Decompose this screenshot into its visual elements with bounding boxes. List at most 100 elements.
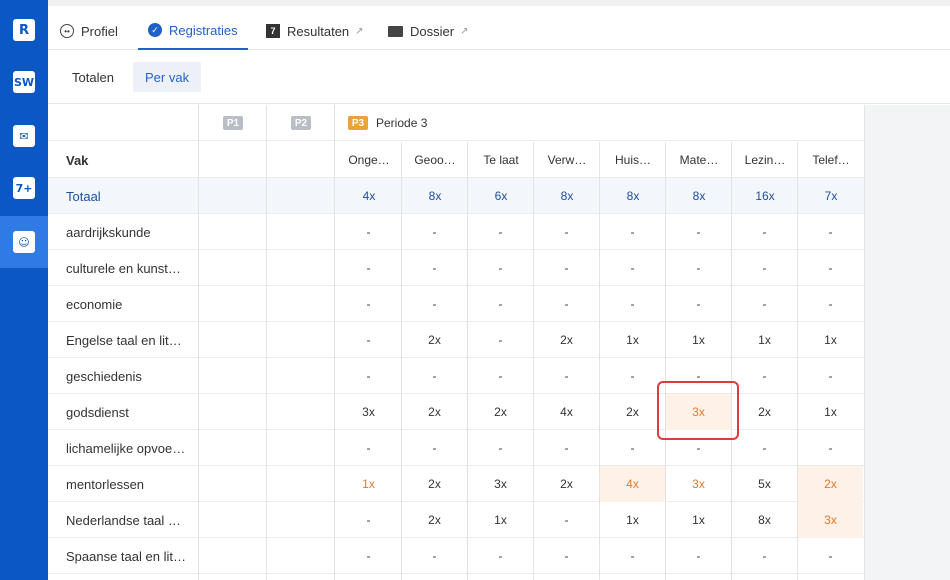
registration-count-cell[interactable]: - <box>336 286 401 322</box>
tab-dossier[interactable]: Dossier ↗ <box>388 12 468 50</box>
registration-count-cell[interactable]: - <box>336 322 401 358</box>
col-header[interactable]: Onge… <box>336 142 402 178</box>
registration-count-cell[interactable]: - <box>402 358 467 394</box>
registration-count-cell[interactable]: 1x <box>798 394 863 430</box>
registration-count-cell[interactable]: - <box>468 214 533 250</box>
registration-count-cell[interactable]: 3x <box>798 502 863 538</box>
subject-name[interactable]: mentorlessen <box>48 466 198 502</box>
registration-count-cell[interactable]: - <box>336 430 401 466</box>
registration-count-cell[interactable]: 1x <box>666 502 731 538</box>
registration-count-cell[interactable]: - <box>600 250 665 286</box>
period-p1[interactable]: P1 <box>200 105 266 141</box>
registration-count-cell[interactable]: - <box>336 358 401 394</box>
subject-name[interactable]: Nederlandse taal … <box>48 502 198 538</box>
registration-count-cell[interactable]: - <box>798 286 863 322</box>
registration-count-cell[interactable]: - <box>666 214 731 250</box>
registration-count-cell[interactable]: 4x <box>600 466 665 502</box>
vak-header[interactable]: Vak <box>48 142 198 178</box>
registration-count-cell[interactable]: 3x <box>666 466 731 502</box>
registration-count-cell[interactable]: - <box>798 358 863 394</box>
registration-count-cell[interactable]: 2x <box>402 394 467 430</box>
col-header[interactable]: Telef… <box>798 142 864 178</box>
registration-count-cell[interactable]: - <box>402 214 467 250</box>
registration-count-cell[interactable]: 8x <box>732 502 797 538</box>
sidebar-item-leerlingen[interactable]: ☺ <box>0 216 48 268</box>
registration-count-cell[interactable]: 2x <box>798 466 863 502</box>
registration-count-cell[interactable]: - <box>336 250 401 286</box>
registration-count-cell[interactable]: - <box>336 214 401 250</box>
registration-count-cell[interactable]: - <box>336 502 401 538</box>
registration-count-cell[interactable]: - <box>402 286 467 322</box>
registration-count-cell[interactable]: - <box>732 250 797 286</box>
registration-count-cell[interactable]: - <box>468 286 533 322</box>
registration-count-cell[interactable]: - <box>732 358 797 394</box>
registration-count-cell[interactable]: - <box>468 322 533 358</box>
registration-count-cell[interactable]: - <box>468 430 533 466</box>
registration-count-cell[interactable]: - <box>402 250 467 286</box>
subject-name[interactable]: geschiedenis <box>48 358 198 394</box>
registration-count-cell[interactable]: 2x <box>732 394 797 430</box>
registration-count-cell[interactable]: - <box>600 286 665 322</box>
subject-name[interactable]: aardrijkskunde <box>48 214 198 250</box>
sidebar-item-berichten[interactable]: ✉ <box>0 110 48 162</box>
registration-count-cell[interactable]: 2x <box>534 322 599 358</box>
registration-count-cell[interactable]: 3x <box>336 394 401 430</box>
registration-count-cell[interactable]: - <box>732 538 797 574</box>
registration-count-cell[interactable]: - <box>534 502 599 538</box>
subtab-totalen[interactable]: Totalen <box>60 62 126 92</box>
registration-count-cell[interactable]: 4x <box>534 394 599 430</box>
registration-count-cell[interactable]: 3x <box>468 466 533 502</box>
registration-count-cell[interactable]: - <box>534 430 599 466</box>
registration-count-cell[interactable]: 1x <box>336 466 401 502</box>
registration-count-cell[interactable]: - <box>534 358 599 394</box>
sidebar-item-cijfers[interactable]: 7+ <box>0 162 48 214</box>
registration-count-cell[interactable]: - <box>666 250 731 286</box>
period-p3[interactable]: P3 Periode 3 <box>336 105 865 141</box>
registration-count-cell[interactable]: - <box>600 358 665 394</box>
registration-count-cell[interactable]: 1x <box>798 322 863 358</box>
registration-count-cell[interactable]: 1x <box>666 322 731 358</box>
registration-count-cell[interactable]: 1x <box>600 322 665 358</box>
registration-count-cell[interactable]: 2x <box>468 394 533 430</box>
registration-count-cell[interactable]: - <box>534 250 599 286</box>
subject-name[interactable]: godsdienst <box>48 394 198 430</box>
registration-count-cell[interactable]: - <box>732 430 797 466</box>
registration-count-cell[interactable]: 2x <box>402 322 467 358</box>
registration-count-cell[interactable]: - <box>600 430 665 466</box>
registration-count-cell[interactable]: - <box>534 214 599 250</box>
registration-count-cell[interactable]: - <box>402 430 467 466</box>
registration-count-cell[interactable]: - <box>468 538 533 574</box>
col-header[interactable]: Huis… <box>600 142 666 178</box>
tab-registraties[interactable]: ✓ Registraties <box>138 12 248 50</box>
registration-count-cell[interactable]: 1x <box>600 502 665 538</box>
tab-profiel[interactable]: •• Profiel <box>60 12 118 50</box>
subject-name[interactable]: Spaanse taal en lit… <box>48 538 198 574</box>
col-header[interactable]: Te laat <box>468 142 534 178</box>
registration-count-cell[interactable]: 1x <box>732 322 797 358</box>
registration-count-cell[interactable]: 2x <box>402 502 467 538</box>
registration-count-cell[interactable]: - <box>534 538 599 574</box>
registration-count-cell[interactable]: 2x <box>402 466 467 502</box>
registration-count-cell[interactable]: - <box>798 214 863 250</box>
registration-count-cell[interactable]: - <box>468 358 533 394</box>
col-header[interactable]: Lezin… <box>732 142 798 178</box>
col-header[interactable]: Mate… <box>666 142 732 178</box>
registration-count-cell[interactable]: - <box>468 250 533 286</box>
col-header[interactable]: Verw… <box>534 142 600 178</box>
sidebar-item-rooster[interactable]: R <box>0 4 48 56</box>
registration-count-cell[interactable]: - <box>534 286 599 322</box>
period-p2[interactable]: P2 <box>268 105 334 141</box>
registration-count-cell[interactable]: - <box>798 430 863 466</box>
registration-count-cell[interactable]: - <box>600 214 665 250</box>
registration-count-cell[interactable]: - <box>600 538 665 574</box>
registration-count-cell[interactable]: - <box>732 286 797 322</box>
subject-name[interactable]: Engelse taal en lit… <box>48 322 198 358</box>
registration-count-cell[interactable]: - <box>732 214 797 250</box>
registration-count-cell[interactable]: - <box>666 286 731 322</box>
registration-count-cell[interactable]: - <box>336 538 401 574</box>
registration-count-cell[interactable]: - <box>666 538 731 574</box>
registration-count-cell[interactable]: 2x <box>600 394 665 430</box>
subject-name[interactable]: economie <box>48 286 198 322</box>
registration-count-cell[interactable]: - <box>798 250 863 286</box>
sidebar-item-studiewijzer[interactable]: SW <box>0 56 48 108</box>
